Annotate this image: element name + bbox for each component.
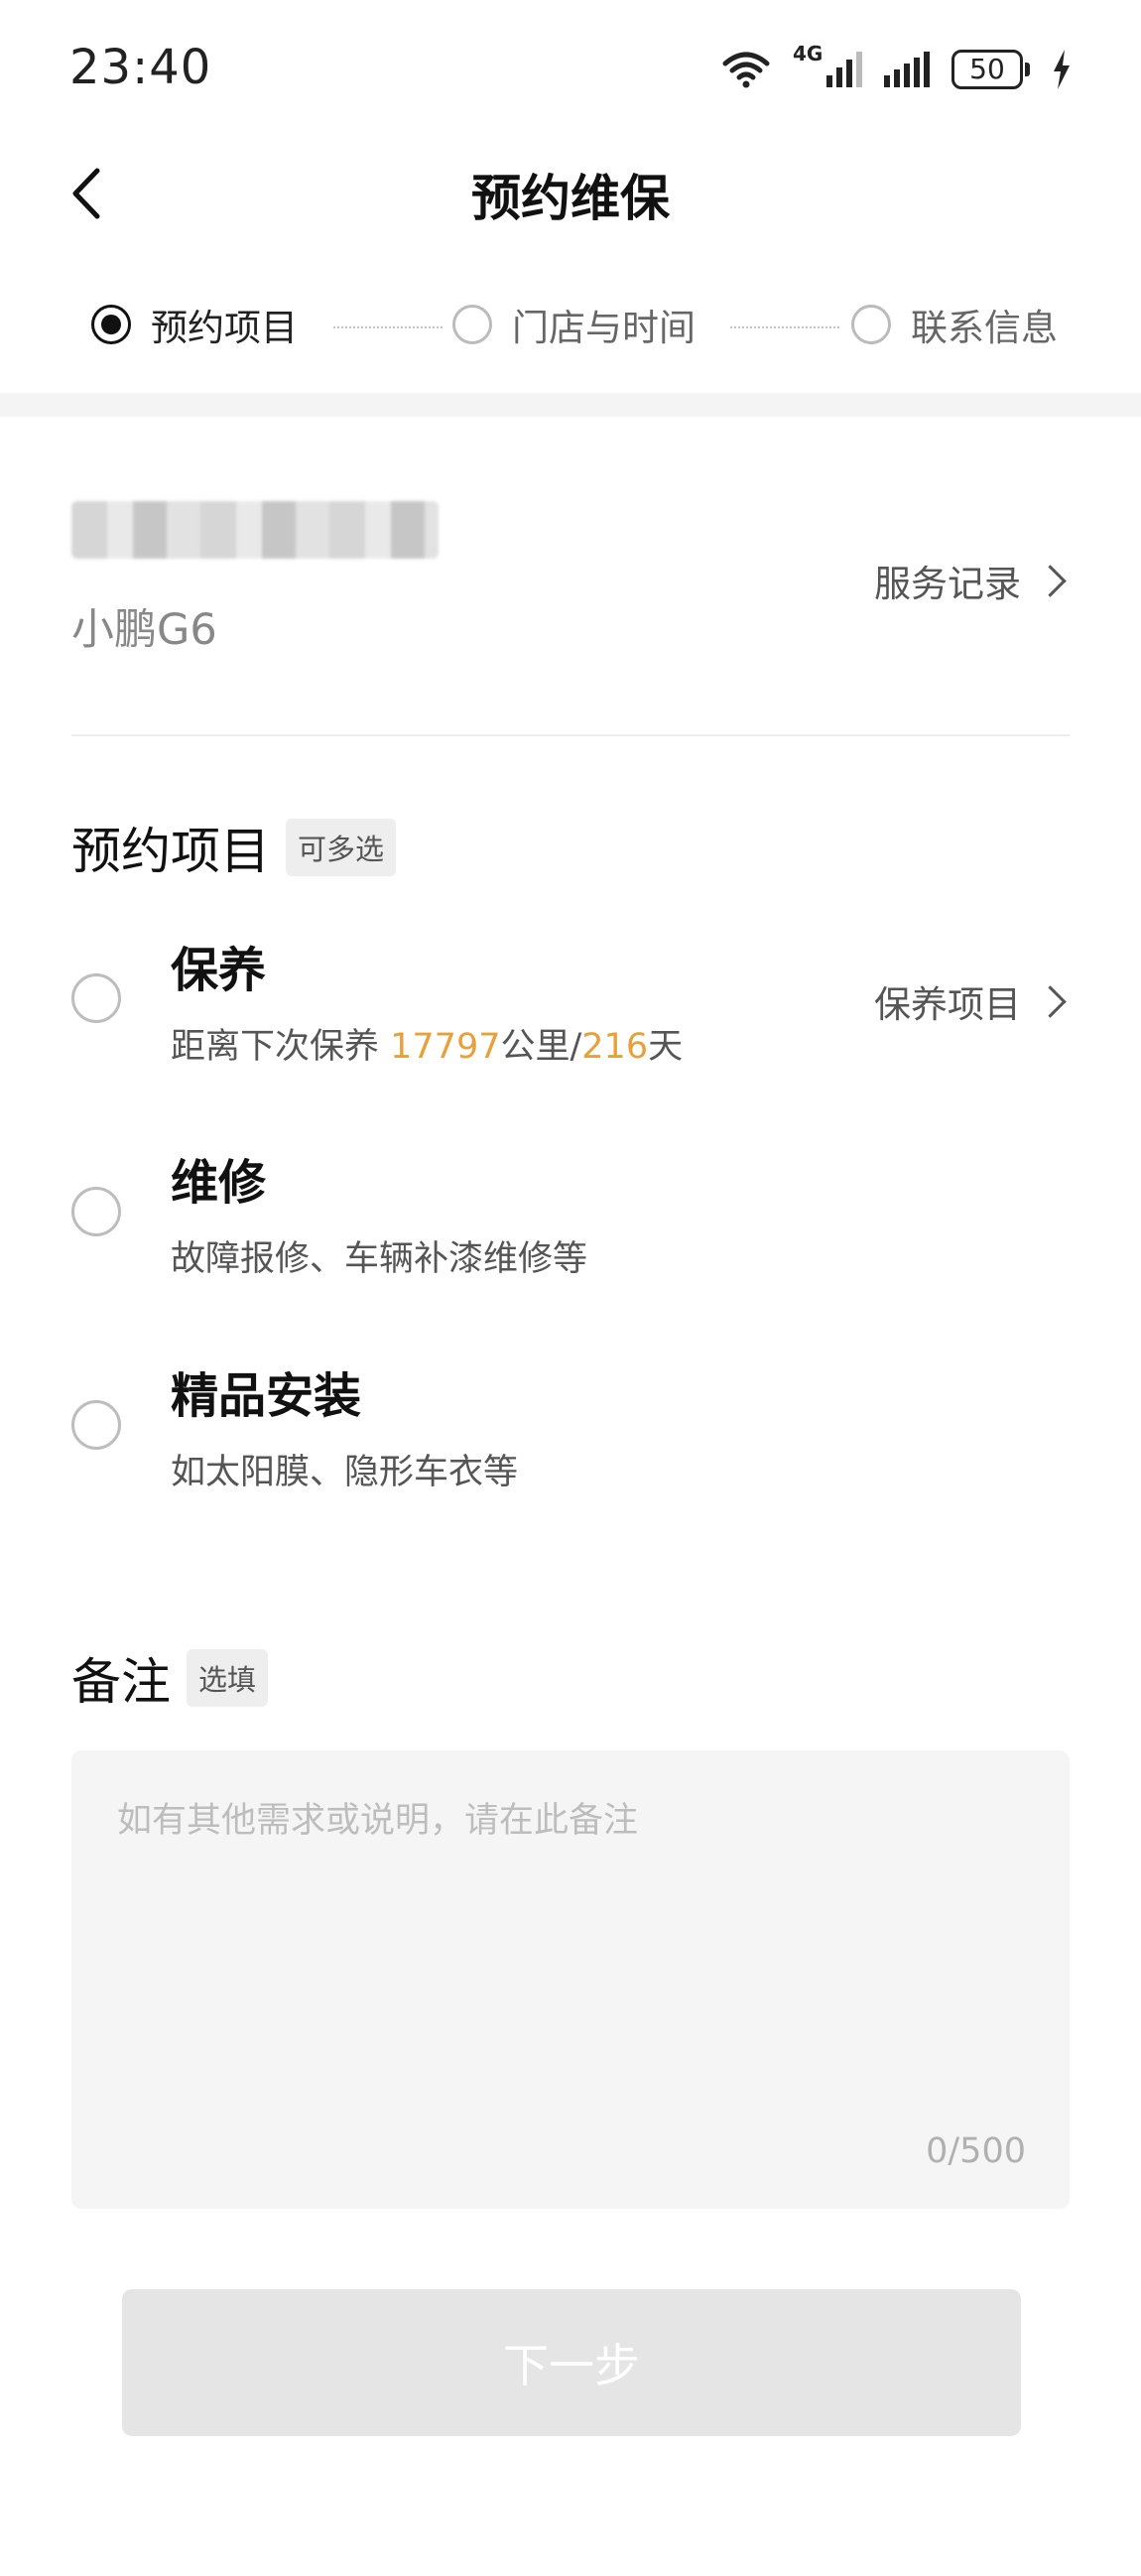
maintenance-distance-prefix: 距离下次保养: [171, 1027, 391, 1067]
step-radio-active-icon: [91, 305, 131, 344]
cellular-4g-icon: 4G: [793, 42, 862, 87]
step-store-time[interactable]: 门店与时间: [452, 298, 696, 351]
char-counter: 0/500: [926, 2131, 1026, 2171]
battery-icon: 50: [951, 50, 1030, 89]
multi-select-badge: 可多选: [286, 819, 397, 876]
license-plate-blurred: [71, 501, 439, 559]
page-title: 预约维保: [471, 170, 670, 227]
accessory-install-subtitle: 如太阳膜、隐形车衣等: [171, 1453, 519, 1492]
remaining-km: 17797: [390, 1027, 501, 1067]
maintenance-title: 保养: [171, 943, 267, 998]
wifi-icon: [722, 52, 770, 88]
next-step-button[interactable]: 下一步: [122, 2289, 1021, 2436]
status-time: 23:40: [69, 40, 212, 95]
network-type-label: 4G: [793, 42, 824, 65]
repair-title: 维修: [171, 1155, 267, 1211]
maintenance-items-link[interactable]: 保养项目: [874, 974, 1067, 1028]
service-record-label: 服务记录: [874, 563, 1021, 605]
charging-bolt-icon: [1054, 50, 1070, 89]
booking-title: 预约项目: [71, 823, 270, 880]
battery-level: 50: [951, 50, 1023, 89]
repair-subtitle: 故障报修、车辆补漆维修等: [171, 1239, 588, 1279]
remark-title: 备注: [71, 1653, 171, 1711]
optional-badge: 选填: [187, 1649, 269, 1707]
remaining-days: 216: [581, 1027, 649, 1067]
section-separator: [0, 393, 1141, 417]
service-record-link[interactable]: 服务记录: [874, 554, 1067, 607]
step-connector: [730, 326, 839, 328]
maintenance-items-label: 保养项目: [874, 983, 1021, 1026]
remark-box: 0/500: [71, 1750, 1070, 2209]
km-unit: 公里/: [500, 1027, 582, 1067]
accessory-install-title: 精品安装: [171, 1368, 362, 1424]
step-contact-info[interactable]: 联系信息: [851, 298, 1058, 351]
status-icons: 4G 50: [721, 42, 1072, 91]
step-label: 预约项目: [151, 307, 298, 349]
car-model: 小鹏G6: [71, 605, 217, 655]
step-radio-icon: [452, 305, 492, 344]
chevron-right-icon: [1034, 984, 1067, 1018]
repair-radio[interactable]: [71, 1187, 121, 1236]
step-label: 门店与时间: [512, 307, 696, 349]
days-unit: 天: [648, 1027, 684, 1067]
maintenance-radio[interactable]: [71, 973, 121, 1023]
remark-section-title: 备注 选填: [71, 1642, 269, 1714]
chevron-right-icon: [1034, 564, 1067, 597]
maintenance-subtitle: 距离下次保养 17797公里/216天: [171, 1018, 683, 1069]
booking-section-title: 预约项目 可多选: [71, 812, 397, 883]
remark-input[interactable]: [115, 1790, 1012, 2112]
step-booking-items[interactable]: 预约项目: [91, 298, 298, 351]
divider: [71, 734, 1070, 736]
step-label: 联系信息: [911, 307, 1058, 349]
step-connector: [333, 326, 443, 328]
accessory-install-radio[interactable]: [71, 1400, 121, 1450]
step-radio-icon: [851, 305, 891, 344]
signal-icon: [884, 52, 930, 87]
